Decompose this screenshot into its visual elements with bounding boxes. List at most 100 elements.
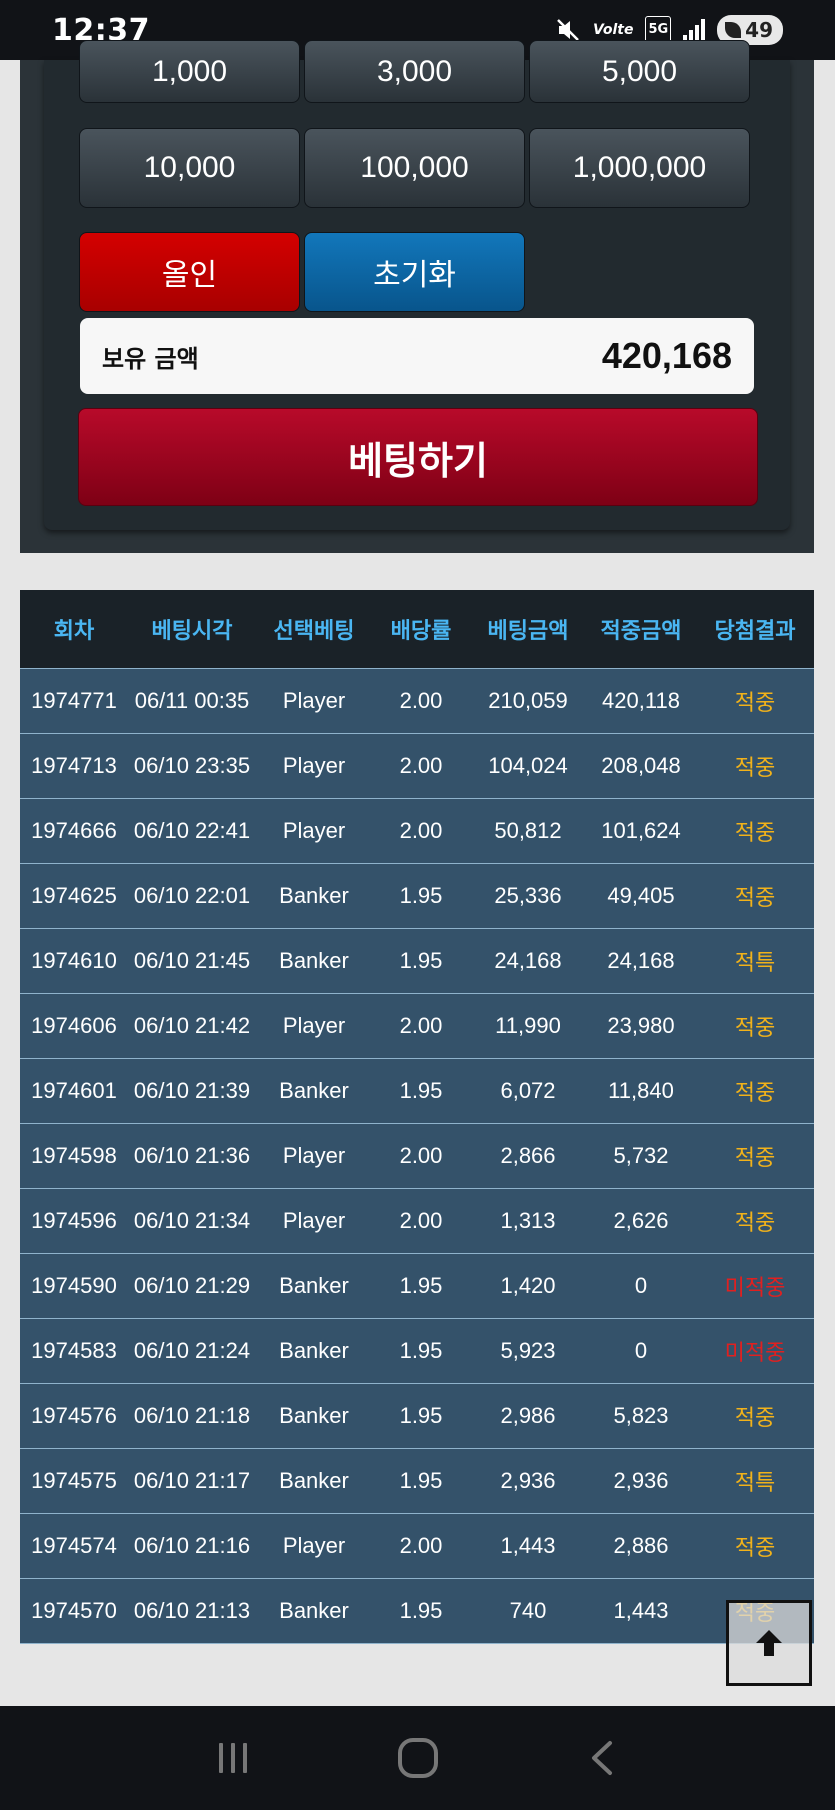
cell-odds: 2.00 xyxy=(372,732,470,798)
table-row: 1974576 06/10 21:18 Banker 1.95 2,986 5,823 적중 xyxy=(20,1382,814,1448)
cell-win-amount: 0 xyxy=(586,1317,696,1383)
cell-round: 1974625 xyxy=(20,862,128,928)
cell-bet-time: 06/10 23:35 xyxy=(128,732,256,798)
cell-bet-time: 06/10 21:24 xyxy=(128,1317,256,1383)
cell-odds: 2.00 xyxy=(372,992,470,1058)
cell-odds: 2.00 xyxy=(372,797,470,863)
table-row: 1974666 06/10 22:41 Player 2.00 50,812 101,62… xyxy=(20,797,814,863)
cell-selection: Banker xyxy=(256,927,372,993)
back-icon xyxy=(591,1741,612,1775)
cell-bet-time: 06/10 22:01 xyxy=(128,862,256,928)
cell-bet-amount: 2,936 xyxy=(470,1447,586,1513)
amount-button-3000[interactable]: 3,000 xyxy=(304,40,525,103)
recent-apps-button[interactable] xyxy=(203,1728,263,1788)
cell-bet-amount: 6,072 xyxy=(470,1057,586,1123)
cell-odds: 1.95 xyxy=(372,862,470,928)
table-row: 1974771 06/11 00:35 Player 2.00 210,059 420,1… xyxy=(20,667,814,733)
cell-selection: Banker xyxy=(256,1382,372,1448)
cell-odds: 1.95 xyxy=(372,1317,470,1383)
cell-round: 1974583 xyxy=(20,1317,128,1383)
cell-win-amount: 2,936 xyxy=(586,1447,696,1513)
bet-history-table: 회차 베팅시각 선택베팅 배당률 베팅금액 적중금액 당첨결과 1974771 0… xyxy=(20,590,814,1644)
cell-selection: Banker xyxy=(256,1252,372,1318)
cell-result: 적중 xyxy=(696,1512,814,1578)
cell-win-amount: 49,405 xyxy=(586,862,696,928)
cell-bet-time: 06/11 00:35 xyxy=(128,667,256,733)
cell-result: 적중 xyxy=(696,732,814,798)
cell-selection: Banker xyxy=(256,1317,372,1383)
signal-icon xyxy=(683,19,706,41)
cell-selection: Player xyxy=(256,992,372,1058)
cell-win-amount: 0 xyxy=(586,1252,696,1318)
cell-round: 1974771 xyxy=(20,667,128,733)
home-button[interactable] xyxy=(388,1728,448,1788)
cell-bet-amount: 25,336 xyxy=(470,862,586,928)
cell-odds: 1.95 xyxy=(372,1382,470,1448)
table-row: 1974574 06/10 21:16 Player 2.00 1,443 2,886 적중 xyxy=(20,1512,814,1578)
column-header-round: 회차 xyxy=(20,590,128,668)
column-header-result: 당첨결과 xyxy=(696,590,814,668)
cell-result: 적중 xyxy=(696,667,814,733)
cell-result: 적중 xyxy=(696,797,814,863)
cell-win-amount: 5,732 xyxy=(586,1122,696,1188)
cell-bet-amount: 24,168 xyxy=(470,927,586,993)
cell-result: 미적중 xyxy=(696,1252,814,1318)
cell-win-amount: 420,118 xyxy=(586,667,696,733)
back-button[interactable] xyxy=(573,1728,633,1788)
table-row: 1974625 06/10 22:01 Banker 1.95 25,336 49,405… xyxy=(20,862,814,928)
cell-bet-amount: 740 xyxy=(470,1577,586,1644)
cell-selection: Player xyxy=(256,1512,372,1578)
cell-odds: 1.95 xyxy=(372,1447,470,1513)
cell-odds: 2.00 xyxy=(372,1187,470,1253)
cell-result: 적중 xyxy=(696,1187,814,1253)
cell-bet-time: 06/10 21:17 xyxy=(128,1447,256,1513)
bet-history-body: 1974771 06/11 00:35 Player 2.00 210,059 420,1… xyxy=(20,667,814,1644)
arrow-up-icon xyxy=(756,1630,782,1656)
cell-bet-amount: 5,923 xyxy=(470,1317,586,1383)
cell-selection: Player xyxy=(256,1122,372,1188)
cell-bet-amount: 50,812 xyxy=(470,797,586,863)
cell-bet-time: 06/10 21:45 xyxy=(128,927,256,993)
scroll-top-button[interactable] xyxy=(726,1600,812,1686)
cell-odds: 1.95 xyxy=(372,1577,470,1644)
cell-bet-time: 06/10 21:16 xyxy=(128,1512,256,1578)
table-row: 1974575 06/10 21:17 Banker 1.95 2,936 2,936 적특 xyxy=(20,1447,814,1513)
column-header-win-amount: 적중금액 xyxy=(586,590,696,668)
allin-button[interactable]: 올인 xyxy=(79,232,300,312)
amount-button-1000000[interactable]: 1,000,000 xyxy=(529,128,750,208)
cell-win-amount: 11,840 xyxy=(586,1057,696,1123)
cell-selection: Player xyxy=(256,667,372,733)
amount-button-10000[interactable]: 10,000 xyxy=(79,128,300,208)
table-row: 1974598 06/10 21:36 Player 2.00 2,866 5,732 적중 xyxy=(20,1122,814,1188)
amount-button-5000[interactable]: 5,000 xyxy=(529,40,750,103)
amount-button-100000[interactable]: 100,000 xyxy=(304,128,525,208)
cell-bet-time: 06/10 21:39 xyxy=(128,1057,256,1123)
amount-button-1000[interactable]: 1,000 xyxy=(79,40,300,103)
power-saving-icon xyxy=(725,22,742,38)
cell-bet-amount: 210,059 xyxy=(470,667,586,733)
table-row: 1974713 06/10 23:35 Player 2.00 104,024 208,0… xyxy=(20,732,814,798)
balance-box: 보유 금액 420,168 xyxy=(80,318,754,394)
bet-history: 회차 베팅시각 선택베팅 배당률 베팅금액 적중금액 당첨결과 1974771 0… xyxy=(20,590,814,1644)
balance-value: 420,168 xyxy=(601,335,732,376)
cell-bet-amount: 11,990 xyxy=(470,992,586,1058)
cell-bet-time: 06/10 21:13 xyxy=(128,1577,256,1644)
cell-bet-time: 06/10 22:41 xyxy=(128,797,256,863)
cell-round: 1974574 xyxy=(20,1512,128,1578)
cell-selection: Player xyxy=(256,1187,372,1253)
cell-result: 적특 xyxy=(696,927,814,993)
cell-bet-amount: 1,443 xyxy=(470,1512,586,1578)
cell-win-amount: 2,626 xyxy=(586,1187,696,1253)
cell-round: 1974606 xyxy=(20,992,128,1058)
betting-panel: 1,000 3,000 5,000 10,000 100,000 1,000,0… xyxy=(20,40,814,553)
cell-bet-time: 06/10 21:36 xyxy=(128,1122,256,1188)
battery-level: 49 xyxy=(745,18,773,42)
table-row: 1974601 06/10 21:39 Banker 1.95 6,072 11,840 적… xyxy=(20,1057,814,1123)
table-row: 1974583 06/10 21:24 Banker 1.95 5,923 0 미적중 xyxy=(20,1317,814,1383)
cell-selection: Banker xyxy=(256,1577,372,1644)
cell-win-amount: 5,823 xyxy=(586,1382,696,1448)
cell-bet-time: 06/10 21:42 xyxy=(128,992,256,1058)
place-bet-button[interactable]: 베팅하기 xyxy=(78,408,758,506)
cell-round: 1974576 xyxy=(20,1382,128,1448)
reset-button[interactable]: 초기화 xyxy=(304,232,525,312)
